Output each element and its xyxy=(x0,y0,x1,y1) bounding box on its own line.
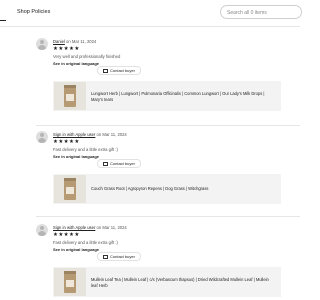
mail-icon xyxy=(103,254,108,259)
review-date: Mar 11, 2024 xyxy=(102,225,127,230)
review-date: Mar 11, 2024 xyxy=(102,132,127,137)
review-text: Fast delivery and a little extra gift :) xyxy=(53,147,118,152)
review-meta: Sign in with Apple user on Mar 11, 2024 xyxy=(53,225,127,230)
top-bar: t Shop Policies Search all 0 items xyxy=(0,0,302,25)
product-title-line: leaf Herb xyxy=(91,282,108,288)
star-rating: ★★★★★ xyxy=(53,139,80,145)
mail-icon xyxy=(103,161,108,166)
date-prefix: on xyxy=(96,225,102,230)
product-title[interactable]: Mullein Leaf Tea | Mullein Leaf | c/s (V… xyxy=(91,277,269,288)
search-input[interactable]: Search all 0 items xyxy=(220,5,302,19)
product-thumbnail[interactable] xyxy=(54,268,86,296)
review-divider xyxy=(36,125,300,126)
top-divider xyxy=(0,26,300,27)
see-original-language-link[interactable]: See in original language xyxy=(53,61,99,66)
product-title-line: Mullein Leaf Tea | Mullein Leaf | c/s (V… xyxy=(91,277,269,282)
review-meta: Sign in with Apple user on Mar 11, 2024 xyxy=(53,132,127,137)
review-meta: Daniel on Mar 11, 2024 xyxy=(53,39,96,44)
see-original-language-link[interactable]: See in original language xyxy=(53,154,99,159)
product-title[interactable]: Lungwort Herb | Lungwort | Pulmonaria Of… xyxy=(91,91,264,102)
avatar[interactable] xyxy=(36,38,48,50)
product-title[interactable]: Couch Grass Root | Agropyron Repens | Do… xyxy=(91,186,208,192)
contact-buyer-button[interactable]: Contact buyer xyxy=(97,66,141,75)
avatar[interactable] xyxy=(36,224,48,236)
active-tab-indicator xyxy=(0,20,6,21)
avatar[interactable] xyxy=(36,131,48,143)
product-title-line: Couch Grass Root | Agropyron Repens | Do… xyxy=(91,186,209,191)
reviewer-name[interactable]: Daniel xyxy=(53,39,65,44)
date-prefix: on xyxy=(66,39,71,44)
star-rating: ★★★★★ xyxy=(53,46,80,52)
product-bag-image xyxy=(64,178,76,200)
tab-shop-policies[interactable]: Shop Policies xyxy=(17,9,50,15)
contact-buyer-button[interactable]: Contact buyer xyxy=(97,159,141,168)
see-original-language-link[interactable]: See in original language xyxy=(53,247,99,252)
reviewer-name[interactable]: Sign in with Apple user xyxy=(53,132,95,137)
mail-icon xyxy=(103,68,108,73)
search-placeholder: Search all 0 items xyxy=(227,9,267,16)
product-title-line: Mary's tears xyxy=(91,96,114,102)
product-bag-image xyxy=(64,85,76,107)
review-divider xyxy=(36,216,300,217)
product-thumbnail[interactable] xyxy=(54,175,86,203)
product-thumbnail[interactable] xyxy=(54,82,86,110)
purchased-product[interactable]: Lungwort Herb | Lungwort | Pulmonaria Of… xyxy=(53,81,281,111)
review-date: Mar 11, 2024 xyxy=(71,39,97,44)
review-text: Fast delivery and a little extra gift :) xyxy=(53,240,118,245)
contact-buyer-label: Contact buyer xyxy=(110,254,135,259)
purchased-product[interactable]: Couch Grass Root | Agropyron Repens | Do… xyxy=(53,174,281,204)
purchased-product[interactable]: Mullein Leaf Tea | Mullein Leaf | c/s (V… xyxy=(53,267,281,297)
contact-buyer-label: Contact buyer xyxy=(110,68,135,73)
reviewer-name[interactable]: Sign in with Apple user xyxy=(53,225,95,230)
star-rating: ★★★★★ xyxy=(53,232,80,238)
contact-buyer-button[interactable]: Contact buyer xyxy=(97,252,141,261)
review-text: Very well and professionally finished xyxy=(53,54,121,59)
contact-buyer-label: Contact buyer xyxy=(110,161,135,166)
date-prefix: on xyxy=(96,132,102,137)
product-title-line: Lungwort Herb | Lungwort | Pulmonaria Of… xyxy=(91,91,265,96)
product-bag-image xyxy=(64,271,76,293)
